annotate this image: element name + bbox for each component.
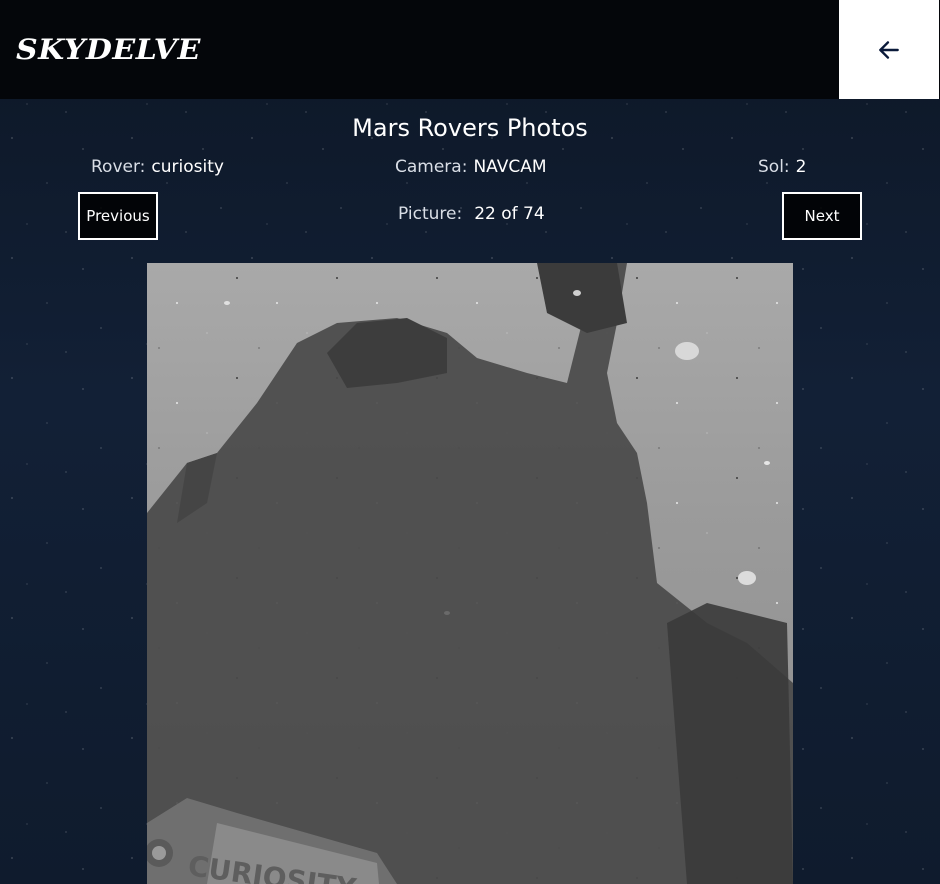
page-title: Mars Rovers Photos [352,114,588,142]
next-button[interactable]: Next [782,192,862,240]
app-logo[interactable]: SKYDELVE [16,34,201,66]
camera-value: NAVCAM [473,157,547,177]
picture-label: Picture: [398,204,463,224]
rover-photo: CURIOSITY [147,263,793,884]
sol-label: Sol: [758,157,790,177]
camera-label: Camera: [395,157,468,177]
rover-label: Rover: [91,157,146,177]
back-button[interactable] [839,0,939,99]
sol-value: 2 [795,157,807,177]
rover-value: curiosity [151,157,224,177]
picture-counter: Picture: 22 of 74 [398,204,545,224]
arrow-left-icon [879,40,899,59]
rover-shadow-image: CURIOSITY [147,263,793,884]
sol-info: Sol: 2 [758,157,806,177]
picture-value: 22 of 74 [474,204,545,224]
rover-info: Rover: curiosity [91,157,224,177]
app-header: SKYDELVE [0,0,940,99]
camera-info: Camera: NAVCAM [395,157,547,177]
previous-button[interactable]: Previous [78,192,158,240]
